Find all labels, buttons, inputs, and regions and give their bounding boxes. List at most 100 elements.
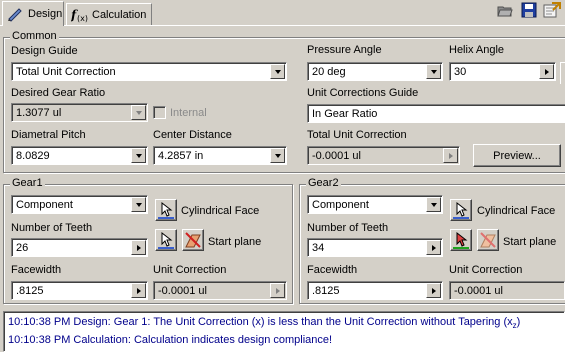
desired-gear-ratio-label: Desired Gear Ratio <box>11 87 106 99</box>
gear1-type-value: Component <box>16 198 73 211</box>
gear2-type-value: Component <box>312 198 369 211</box>
log-line-2: 10:10:38 PM Calculation: Calculation ind… <box>8 334 333 346</box>
tab-bar: Design f (x) Calculation <box>0 0 565 26</box>
tab-divider <box>0 25 565 26</box>
diametral-pitch-label: Diametral Pitch <box>11 129 86 141</box>
total-unit-correction-value: -0.0001 ul <box>312 149 361 162</box>
preview-button[interactable]: Preview... <box>473 144 561 167</box>
gear1-unit-correction-value: -0.0001 ul <box>158 284 207 297</box>
log-line-1-end: ) <box>516 316 521 328</box>
chevron-down-icon[interactable] <box>426 64 441 79</box>
gear2-unit-correction-value: -0.0001 ul <box>454 284 503 297</box>
chevron-right-icon[interactable] <box>131 283 146 298</box>
gear1-unit-correction-label: Unit Correction <box>153 264 227 276</box>
unit-corrections-guide-field[interactable]: In Gear Ratio <box>307 104 565 123</box>
gear2-group-title: Gear2 <box>306 177 341 189</box>
gear1-start-plane-flip-button[interactable] <box>182 229 204 251</box>
design-guide-value: Total Unit Correction <box>16 65 116 78</box>
tab-calculation[interactable]: f (x) Calculation <box>66 3 152 25</box>
chevron-right-icon[interactable] <box>131 240 146 255</box>
internal-checkbox[interactable] <box>153 106 166 119</box>
gear1-number-of-teeth-field[interactable]: 26 <box>11 238 148 257</box>
gear1-facewidth-label: Facewidth <box>11 264 62 276</box>
gear1-unit-correction-field[interactable]: -0.0001 ul <box>153 281 287 300</box>
center-distance-field[interactable]: 4.2857 in <box>153 146 287 165</box>
helix-angle-value: 30 <box>454 65 467 78</box>
flip-plane-icon <box>480 232 496 248</box>
message-log[interactable]: 10:10:38 PM Design: Gear 1: The Unit Cor… <box>3 311 565 352</box>
gear2-unit-correction-label: Unit Correction <box>449 264 523 276</box>
chevron-down-icon[interactable] <box>270 148 285 163</box>
chevron-right-icon[interactable] <box>426 283 441 298</box>
gear2-cylindrical-face-button[interactable] <box>450 199 472 221</box>
center-distance-label: Center Distance <box>153 129 232 141</box>
gear2-cylindrical-face-label: Cylindrical Face <box>477 205 556 217</box>
gear2-facewidth-label: Facewidth <box>307 264 358 276</box>
helix-angle-field[interactable]: 30 <box>449 62 556 81</box>
chevron-right-icon[interactable] <box>443 148 458 163</box>
chevron-right-icon[interactable] <box>539 64 554 79</box>
tab-calculation-label: Calculation <box>92 8 147 21</box>
design-icon <box>7 6 23 22</box>
common-group-title: Common <box>10 30 59 42</box>
diametral-pitch-field[interactable]: 8.0829 <box>11 146 148 165</box>
gear1-facewidth-field[interactable]: .8125 <box>11 281 148 300</box>
gear1-start-plane-select-button[interactable] <box>155 229 177 251</box>
export-icon[interactable] <box>543 2 561 18</box>
internal-label: Internal <box>170 107 207 119</box>
total-unit-correction-field[interactable]: -0.0001 ul <box>307 146 460 165</box>
flip-plane-icon <box>185 232 201 248</box>
gear2-start-plane-select-button[interactable] <box>450 229 472 251</box>
log-line-1-text: 10:10:38 PM Design: Gear 1: The Unit Cor… <box>8 316 513 328</box>
unit-corrections-guide-label: Unit Corrections Guide <box>307 87 419 99</box>
helix-angle-label: Helix Angle <box>449 44 505 56</box>
cursor-select-icon <box>453 231 469 249</box>
gear2-facewidth-value: .8125 <box>312 284 340 297</box>
gear2-number-of-teeth-field[interactable]: 34 <box>307 238 443 257</box>
gear1-type-select[interactable]: Component <box>11 195 148 214</box>
gear1-start-plane-label: Start plane <box>208 236 262 248</box>
gear1-number-of-teeth-value: 26 <box>16 241 29 254</box>
log-line-1: 10:10:38 PM Design: Gear 1: The Unit Cor… <box>8 316 564 334</box>
cursor-select-icon <box>158 201 174 219</box>
gear2-number-of-teeth-value: 34 <box>312 241 325 254</box>
gear2-start-plane-label: Start plane <box>503 236 557 248</box>
pressure-angle-select[interactable]: 20 deg <box>307 62 443 81</box>
cursor-select-icon <box>453 201 469 219</box>
desired-gear-ratio-field[interactable]: 1.3077 ul <box>11 103 148 122</box>
gear1-facewidth-value: .8125 <box>16 284 44 297</box>
desired-gear-ratio-value: 1.3077 ul <box>16 106 62 119</box>
unit-corrections-guide-value: In Gear Ratio <box>312 107 378 120</box>
gear1-cylindrical-face-button[interactable] <box>155 199 177 221</box>
tab-design[interactable]: Design <box>2 1 64 26</box>
total-unit-correction-label: Total Unit Correction <box>307 129 407 141</box>
chevron-down-icon[interactable] <box>131 148 146 163</box>
chevron-down-icon[interactable] <box>131 197 146 212</box>
helix-angle-extra-button[interactable] <box>560 62 565 84</box>
calculation-icon: f (x) <box>70 7 88 23</box>
pressure-angle-label: Pressure Angle <box>307 44 382 56</box>
chevron-down-icon[interactable] <box>131 105 146 120</box>
gear2-type-select[interactable]: Component <box>307 195 443 214</box>
preview-button-label: Preview... <box>493 149 541 162</box>
open-folder-icon[interactable] <box>497 2 513 18</box>
gear1-group-title: Gear1 <box>10 177 45 189</box>
cursor-select-icon <box>158 231 174 249</box>
gear2-unit-correction-field[interactable]: -0.0001 ul <box>449 281 565 300</box>
tab-design-label: Design <box>28 8 63 20</box>
gear2-start-plane-flip-button[interactable] <box>477 229 499 251</box>
diametral-pitch-value: 8.0829 <box>16 149 50 162</box>
center-distance-value: 4.2857 in <box>158 149 204 162</box>
svg-text:(x): (x) <box>77 14 88 23</box>
gear2-number-of-teeth-label: Number of Teeth <box>307 222 389 234</box>
gear1-cylindrical-face-label: Cylindrical Face <box>181 205 260 217</box>
chevron-down-icon[interactable] <box>270 64 285 79</box>
chevron-down-icon[interactable] <box>426 197 441 212</box>
pressure-angle-value: 20 deg <box>312 65 346 78</box>
design-guide-select[interactable]: Total Unit Correction <box>11 62 287 81</box>
design-guide-label: Design Guide <box>11 45 78 57</box>
save-icon[interactable] <box>521 2 537 18</box>
chevron-right-icon[interactable] <box>426 240 441 255</box>
gear2-facewidth-field[interactable]: .8125 <box>307 281 443 300</box>
chevron-right-icon[interactable] <box>270 283 285 298</box>
